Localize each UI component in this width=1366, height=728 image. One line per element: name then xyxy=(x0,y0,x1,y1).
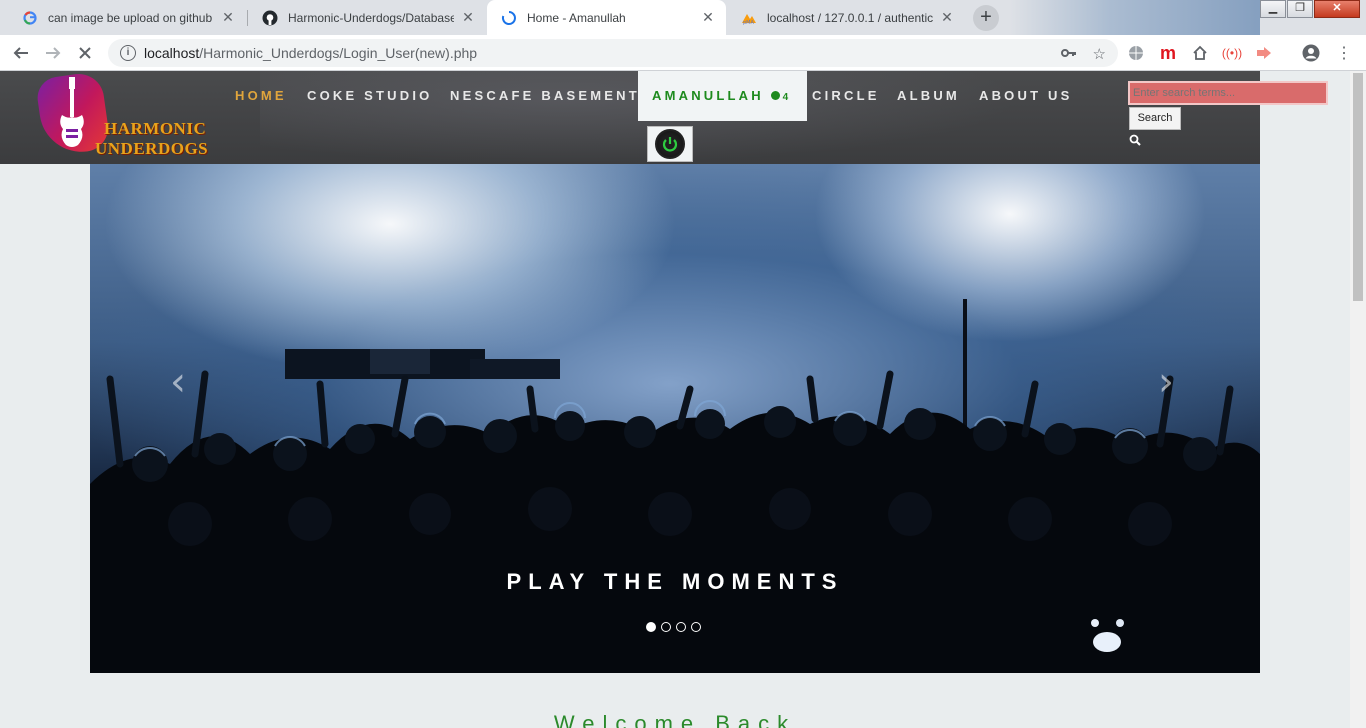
tab-title: Harmonic-Underdogs/Database1 xyxy=(288,10,454,25)
tab-github[interactable]: Harmonic-Underdogs/Database1 ✕ xyxy=(248,0,486,35)
cast-extension-icon[interactable]: ((•)) xyxy=(1222,44,1242,62)
nav-user-account[interactable]: AMANULLAH 4 xyxy=(638,71,807,121)
maximize-button[interactable]: ❐ xyxy=(1287,0,1313,18)
nav-home[interactable]: HOME xyxy=(235,88,287,103)
phpmyadmin-icon: pMA xyxy=(741,10,757,26)
online-dot-icon xyxy=(770,91,780,100)
logout-button[interactable] xyxy=(647,126,693,162)
minimize-button[interactable]: ▁ xyxy=(1260,0,1286,18)
tab-title: localhost / 127.0.0.1 / authentication xyxy=(767,10,933,25)
carousel-dot[interactable] xyxy=(661,622,671,632)
concert-crowd-image xyxy=(90,299,1260,673)
hero-carousel: ‹ › PLAY THE MOMENTS xyxy=(90,164,1260,673)
nav-coke-studio[interactable]: COKE STUDIO xyxy=(307,88,432,103)
nav-nescafe-basement[interactable]: NESCAFE BASEMENT xyxy=(450,88,640,103)
close-icon[interactable]: ✕ xyxy=(460,9,476,26)
search-input[interactable] xyxy=(1128,81,1328,105)
menu-kebab-icon[interactable]: ⋮ xyxy=(1335,44,1353,62)
reload-stop-icon[interactable] xyxy=(73,41,97,65)
url-path: /Harmonic_Underdogs/Login_User(new).php xyxy=(199,45,478,61)
tab-home-active[interactable]: Home - Amanullah ✕ xyxy=(487,0,726,35)
site-header: HARMONIC UNDERDOGS HOME COKE STUDIO NESC… xyxy=(0,71,1328,164)
carousel-dot[interactable] xyxy=(646,622,656,632)
tab-title: can image be upload on github or not xyxy=(48,10,214,25)
welcome-heading: Welcome Back xyxy=(553,711,797,728)
bookmark-star-icon[interactable]: ☆ xyxy=(1093,45,1106,63)
notification-count: 4 xyxy=(782,92,789,103)
new-tab-button[interactable]: + xyxy=(973,5,999,31)
power-icon xyxy=(655,129,685,159)
guitar-icon xyxy=(60,77,84,147)
info-icon[interactable]: i xyxy=(120,45,136,61)
tab-strip: can image be upload on github or not ✕ H… xyxy=(0,0,1366,35)
url-text[interactable]: localhost/Harmonic_Underdogs/Login_User(… xyxy=(144,45,477,61)
hero-caption: PLAY THE MOMENTS xyxy=(506,569,844,594)
search-button[interactable]: Search xyxy=(1129,107,1181,130)
address-bar[interactable]: i localhost/Harmonic_Underdogs/Login_Use… xyxy=(108,39,1118,67)
carousel-indicators xyxy=(646,622,701,632)
search-icon[interactable] xyxy=(1129,134,1141,146)
tab-title: Home - Amanullah xyxy=(527,10,626,25)
globe-extension-icon[interactable] xyxy=(1127,44,1145,62)
nav-about-us[interactable]: ABOUT US xyxy=(979,88,1073,103)
window-controls: ▁ ❐ ✕ xyxy=(1259,0,1360,18)
window-background-strip xyxy=(1010,0,1260,35)
window-close-button[interactable]: ✕ xyxy=(1314,0,1360,18)
carousel-prev-arrow-icon[interactable]: ‹ xyxy=(170,359,186,405)
carousel-next-arrow-icon[interactable]: › xyxy=(1158,359,1174,405)
site-logo[interactable]: HARMONIC UNDERDOGS xyxy=(34,71,208,161)
carousel-dot[interactable] xyxy=(691,622,701,632)
back-arrow-icon[interactable] xyxy=(9,41,33,65)
url-host: localhost xyxy=(144,45,200,61)
logo-text-line1: HARMONIC xyxy=(104,119,207,138)
user-name-label: AMANULLAH 4 xyxy=(652,88,788,103)
carousel-dot[interactable] xyxy=(676,622,686,632)
arrow-extension-icon[interactable] xyxy=(1255,44,1273,62)
close-icon[interactable]: ✕ xyxy=(939,9,955,26)
tab-phpmyadmin[interactable]: pMA localhost / 127.0.0.1 / authenticati… xyxy=(727,0,965,35)
scrollbar-thumb[interactable] xyxy=(1353,73,1363,301)
nav-album[interactable]: ALBUM xyxy=(897,88,960,103)
key-icon[interactable] xyxy=(1060,45,1077,63)
nav-circle[interactable]: CIRCLE xyxy=(812,88,880,103)
user-name: AMANULLAH xyxy=(652,88,764,103)
loading-spinner-icon xyxy=(501,10,517,26)
forward-arrow-icon[interactable] xyxy=(41,41,65,65)
google-icon xyxy=(22,10,38,26)
logo-text-line2: UNDERDOGS xyxy=(95,139,209,158)
home-icon[interactable] xyxy=(1191,44,1209,62)
page-scrollbar[interactable] xyxy=(1350,71,1366,728)
m-extension-icon[interactable]: m xyxy=(1159,43,1177,63)
profile-avatar-icon[interactable] xyxy=(1302,44,1320,62)
svg-text:pMA: pMA xyxy=(743,20,754,25)
close-icon[interactable]: ✕ xyxy=(220,9,236,26)
tab-google[interactable]: can image be upload on github or not ✕ xyxy=(8,0,246,35)
github-icon xyxy=(262,10,278,26)
close-icon[interactable]: ✕ xyxy=(700,9,716,26)
browser-toolbar: i localhost/Harmonic_Underdogs/Login_Use… xyxy=(0,35,1366,71)
page-viewport: HARMONIC UNDERDOGS HOME COKE STUDIO NESC… xyxy=(0,71,1350,728)
